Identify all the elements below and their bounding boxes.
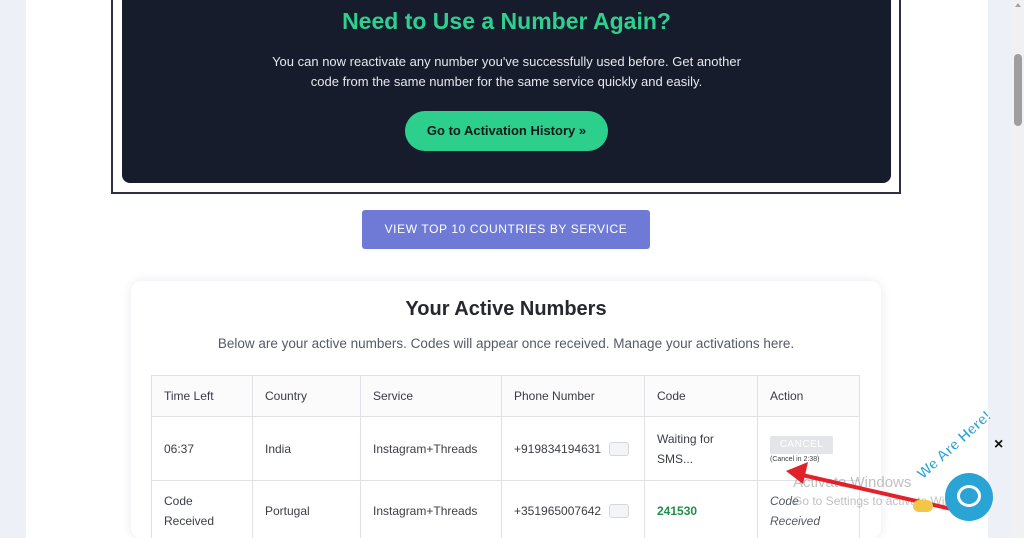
cancel-button[interactable]: CANCEL: [770, 435, 833, 454]
phone-number-cell: +919834194631: [501, 416, 645, 481]
code-cell: Waiting for SMS...: [644, 416, 758, 481]
column-header-code: Code: [644, 375, 758, 417]
code-status-line: SMS...: [657, 451, 694, 466]
code-cell: 241530: [644, 480, 758, 538]
country-cell: Portugal: [252, 480, 361, 538]
action-cell: CANCEL (Cancel in 2:38): [757, 416, 860, 481]
active-numbers-title: Your Active Numbers: [405, 298, 607, 320]
country-cell: India: [252, 416, 361, 481]
time-left-status-line: Code: [164, 493, 193, 508]
table-row: Code Received Portugal Instagram+Threads…: [151, 480, 860, 538]
waving-hand-icon: [913, 500, 933, 512]
scroll-up-icon[interactable]: [1015, 3, 1021, 7]
reactivation-banner: Need to Use a Number Again? You can now …: [122, 0, 891, 183]
banner-description-line: You can now reactivate any number you've…: [272, 54, 741, 69]
chat-close-icon[interactable]: ×: [994, 436, 1003, 454]
copy-phone-button[interactable]: [609, 442, 630, 457]
column-header-action: Action: [757, 375, 860, 417]
code-status-line: Waiting for: [657, 431, 714, 446]
time-left-status-line: Received: [164, 513, 215, 528]
active-numbers-table: Time Left Country Service Phone Number C…: [151, 375, 860, 538]
service-cell: Instagram+Threads: [360, 480, 502, 538]
chat-icon[interactable]: [945, 473, 993, 521]
phone-number: +351965007642: [514, 503, 602, 518]
action-status-line: Received: [770, 513, 821, 528]
phone-number: +919834194631: [514, 441, 602, 456]
chat-bubble-icon: [957, 485, 981, 507]
top-countries-button[interactable]: VIEW TOP 10 COUNTRIES BY SERVICE: [362, 210, 650, 249]
banner-description-line: code from the same number for the same s…: [310, 74, 703, 89]
table-row: 06:37 India Instagram+Threads +919834194…: [151, 416, 860, 481]
page-scrollbar[interactable]: [1012, 0, 1024, 538]
activate-windows-watermark: Activate Windows: [793, 474, 912, 491]
banner-title: Need to Use a Number Again?: [342, 8, 671, 34]
column-header-time-left: Time Left: [151, 375, 253, 417]
column-header-phone-number: Phone Number: [501, 375, 645, 417]
time-left-cell: 06:37: [151, 416, 253, 481]
banner-description: You can now reactivate any number you've…: [122, 52, 891, 92]
activation-history-button[interactable]: Go to Activation History »: [405, 111, 608, 151]
cancel-countdown: (Cancel in 2:38): [770, 455, 820, 463]
service-cell: Instagram+Threads: [360, 416, 502, 481]
active-numbers-subtitle: Below are your active numbers. Codes wil…: [217, 336, 795, 351]
column-header-service: Service: [360, 375, 502, 417]
copy-phone-button[interactable]: [609, 504, 630, 519]
time-left-cell: Code Received: [151, 480, 253, 538]
column-header-country: Country: [252, 375, 361, 417]
scrollbar-thumb[interactable]: [1014, 54, 1022, 126]
phone-number-cell: +351965007642: [501, 480, 645, 538]
received-code: 241530: [657, 503, 698, 518]
table-header-row: Time Left Country Service Phone Number C…: [151, 375, 860, 417]
reactivation-banner-frame: Need to Use a Number Again? You can now …: [111, 0, 901, 194]
